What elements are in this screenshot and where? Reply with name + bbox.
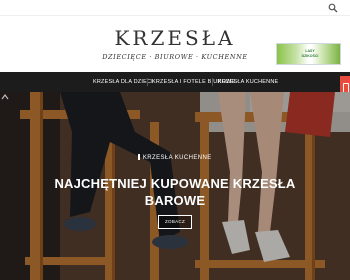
nav-divider: [147, 78, 148, 86]
category-marker: [138, 154, 140, 160]
hero-category[interactable]: KRZESŁA KUCHENNE: [0, 154, 350, 161]
ad-text: LASY DZIKOŚCI: [301, 49, 319, 58]
hero-category-label[interactable]: KRZESŁA KUCHENNE: [143, 155, 212, 161]
nav-divider: [212, 78, 213, 86]
nav-item-kuchenne[interactable]: KRZESŁA KUCHENNE: [218, 72, 278, 92]
hero-title[interactable]: NAJCHĘTNIEJ KUPOWANE KRZESŁA BAROWE: [40, 175, 310, 209]
hero-cta-button[interactable]: ZOBACZ: [158, 215, 192, 229]
ad-banner[interactable]: LASY DZIKOŚCI: [276, 43, 341, 65]
arrow-up-icon[interactable]: [0, 92, 10, 102]
search-icon[interactable]: [328, 3, 338, 13]
hero-slider: KRZESŁA KUCHENNE NAJCHĘTNIEJ KUPOWANE KR…: [0, 92, 350, 280]
top-bar: [0, 0, 350, 16]
main-nav: KRZESŁA DLA DZIECI KRZESŁA I FOTELE BIUR…: [0, 72, 350, 92]
nav-item-dzieci[interactable]: KRZESŁA DLA DZIECI: [93, 72, 153, 92]
site-header: KRZESŁA DZIECIĘCE · BIUROWE · KUCHENNE L…: [0, 16, 350, 72]
